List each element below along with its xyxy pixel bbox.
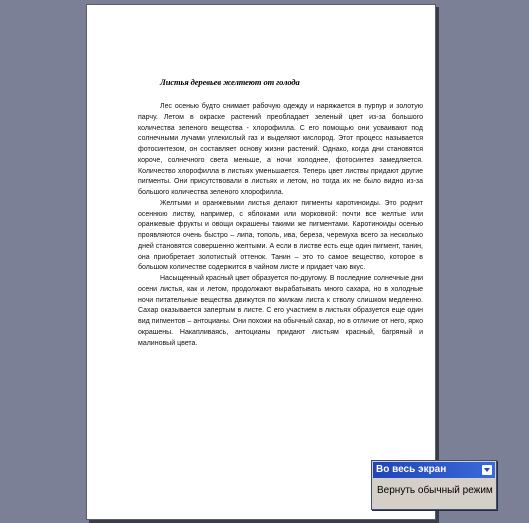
document-paragraph: Желтыми и оранжевыми листья делают пигме… xyxy=(138,199,423,272)
document-page: Листья деревьев желтеют от голода Лес ос… xyxy=(86,4,436,520)
document-paragraph: Насыщенный красный цвет образуется по-др… xyxy=(138,275,423,347)
toolbar-title: Во весь экран xyxy=(376,464,447,475)
document-title: Листья деревьев желтеют от голода xyxy=(160,77,300,87)
full-screen-toolbar: Во весь экран Вернуть обычный режим xyxy=(371,460,497,510)
document-body: Лес осенью будто снимает рабочую одежду … xyxy=(138,102,423,349)
document-paragraph: Лес осенью будто снимает рабочую одежду … xyxy=(138,103,423,196)
toolbar-options-dropdown-icon[interactable] xyxy=(482,465,492,475)
toolbar-titlebar[interactable]: Во весь экран xyxy=(373,462,495,478)
close-full-screen-button[interactable]: Вернуть обычный режим xyxy=(375,482,493,500)
